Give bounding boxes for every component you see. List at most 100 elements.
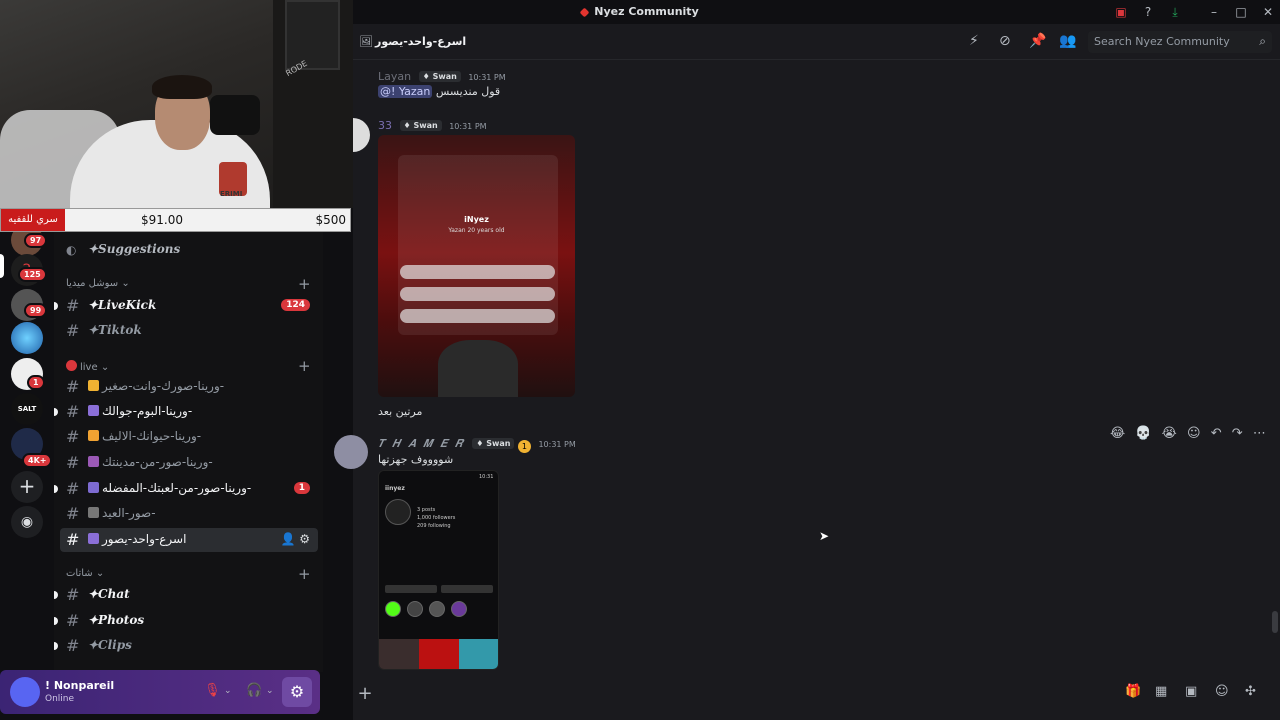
inbox-icon[interactable]: ▣ bbox=[1112, 3, 1130, 21]
message-body: قول منديسس bbox=[435, 85, 501, 98]
channel-suggestions[interactable]: ◐ ✦𝑺𝒖𝒈𝒈𝒆𝒔𝒕𝒊𝒐𝒏𝒔 bbox=[60, 238, 318, 262]
image-link-button bbox=[400, 287, 555, 301]
live-dot-icon bbox=[66, 360, 77, 371]
user-settings-gear-icon[interactable]: ⚙ bbox=[282, 677, 312, 707]
image-name-text: iNyez bbox=[464, 215, 489, 224]
channel-name: ورينا-صور-من-مدينتك- bbox=[88, 455, 213, 469]
server-icon[interactable]: SALT bbox=[11, 393, 43, 425]
gif-icon[interactable]: ▦ bbox=[1155, 684, 1167, 699]
timestamp: 10:31 PM bbox=[449, 122, 487, 131]
server-icon[interactable] bbox=[11, 322, 43, 354]
member-list-icon[interactable]: 👥 bbox=[1059, 33, 1076, 49]
server-badge: 99 bbox=[24, 303, 48, 318]
image-card bbox=[398, 155, 558, 335]
gift-icon[interactable]: 🎁 bbox=[1125, 684, 1141, 699]
channel-tiktok[interactable]: # ✦𝑻𝒊𝒌𝒕𝒐𝒌 bbox=[60, 319, 318, 343]
more-icon[interactable]: ⋯ bbox=[1253, 426, 1266, 441]
channel-item-active[interactable]: # اسرع-واحد-يصور 👤 ⚙ bbox=[60, 528, 318, 552]
invite-icon[interactable]: 👤 bbox=[280, 532, 295, 546]
sob-reaction-icon[interactable]: 😭 bbox=[1162, 426, 1177, 441]
minimize-button[interactable]: – bbox=[1205, 3, 1223, 21]
search-input[interactable]: Search Nyez Community ⌕ bbox=[1088, 31, 1272, 53]
profile-handle: iinyez bbox=[385, 485, 405, 492]
user-status: Online bbox=[45, 694, 75, 704]
forward-icon[interactable]: ↷ bbox=[1232, 426, 1243, 441]
category-name: شاتات bbox=[66, 568, 93, 579]
help-icon[interactable]: ? bbox=[1139, 3, 1157, 21]
hash-icon: # bbox=[66, 296, 80, 315]
hash-icon: # bbox=[66, 321, 80, 340]
channel-photos[interactable]: # ✦𝑷𝒉𝒐𝒕𝒐𝒔 bbox=[54, 609, 318, 633]
channel-item[interactable]: # ورينا-البوم-جوالك- bbox=[54, 400, 318, 424]
image-link-button bbox=[400, 309, 555, 323]
joy-reaction-icon[interactable]: 😂 bbox=[1110, 426, 1125, 441]
deafened-icon[interactable]: 🎧 bbox=[246, 683, 262, 698]
reply-icon[interactable]: ↶ bbox=[1211, 426, 1222, 441]
notification-bell-icon[interactable]: ⊘ bbox=[999, 33, 1011, 49]
webcam-hair bbox=[152, 75, 212, 99]
channel-item[interactable]: # ورينا-صور-من-لعبتك-المفضله- 1 bbox=[54, 477, 318, 501]
channel-livekick[interactable]: # ✦𝑳𝒊𝒗𝒆𝑲𝒊𝒄𝒌 124 bbox=[54, 294, 318, 318]
hash-icon: # bbox=[66, 611, 80, 630]
channel-chat[interactable]: # ✦𝑪𝒉𝒂𝒕 bbox=[54, 583, 318, 607]
emoji-icon[interactable]: ☺ bbox=[1215, 684, 1229, 699]
apps-icon[interactable]: ✣ bbox=[1245, 684, 1256, 699]
upload-plus-icon[interactable]: + bbox=[353, 682, 377, 706]
sticker-icon[interactable]: ▣ bbox=[1185, 684, 1197, 699]
pin-icon[interactable]: 📌 bbox=[1029, 33, 1046, 49]
channel-emoji-icon bbox=[88, 456, 99, 467]
role-tag: ♦ Swan bbox=[418, 71, 461, 82]
app-icon bbox=[579, 7, 590, 17]
add-server-icon[interactable]: + bbox=[11, 471, 43, 503]
hash-icon: # bbox=[66, 504, 80, 523]
channel-emoji-icon bbox=[88, 482, 99, 493]
stat-followers: 1,000 followers bbox=[417, 515, 456, 521]
message-composer[interactable]: + 🎁 ▦ ▣ ☺ ✣ bbox=[353, 676, 1280, 720]
webcam-overlay: RODE ERIMI bbox=[0, 0, 353, 208]
mention-badge: 1 bbox=[293, 482, 310, 494]
close-button[interactable]: ✕ bbox=[1259, 3, 1277, 21]
server-badge: 1 bbox=[27, 375, 45, 390]
discover-icon[interactable]: ◉ bbox=[11, 506, 43, 538]
hash-icon: # bbox=[66, 530, 80, 549]
post-grid bbox=[379, 639, 498, 669]
highlight-circle bbox=[385, 601, 401, 617]
chevron-down-icon[interactable]: ⌄ bbox=[266, 686, 274, 696]
skull-reaction-icon[interactable]: 💀 bbox=[1135, 426, 1151, 441]
mic-muted-icon[interactable]: 🎙 bbox=[204, 683, 221, 698]
author-name[interactable]: 33 bbox=[378, 119, 392, 132]
channel-item[interactable]: # ورينا-صور-من-مدينتك- bbox=[60, 451, 318, 475]
add-channel-icon[interactable]: + bbox=[298, 565, 311, 583]
message-author[interactable]: 33 ♦ Swan 10:31 PM bbox=[378, 119, 487, 132]
settings-gear-icon[interactable]: ⚙ bbox=[299, 532, 310, 546]
user-mention[interactable]: @! Yazan bbox=[378, 85, 433, 98]
username[interactable]: ! Nonpareil bbox=[45, 679, 114, 692]
channel-item[interactable]: # ورينا-صورك-وانت-صغير- bbox=[60, 375, 318, 399]
avatar[interactable] bbox=[10, 677, 40, 707]
search-icon: ⌕ bbox=[1259, 34, 1266, 48]
channel-item[interactable]: # صور-العيد- bbox=[60, 502, 318, 526]
download-icon[interactable]: ⤓ bbox=[1166, 3, 1184, 21]
add-channel-icon[interactable]: + bbox=[298, 275, 311, 293]
category-header[interactable]: live ⌄ + bbox=[66, 357, 311, 375]
add-channel-icon[interactable]: + bbox=[298, 357, 311, 375]
chevron-down-icon[interactable]: ⌄ bbox=[224, 686, 232, 696]
category-header[interactable]: سوشل ميديا ⌄ + bbox=[66, 275, 311, 293]
scrollbar-thumb[interactable] bbox=[1272, 611, 1278, 633]
hash-icon: # bbox=[66, 377, 80, 396]
channel-emoji-icon bbox=[88, 507, 99, 518]
avatar[interactable] bbox=[334, 435, 368, 469]
category-header[interactable]: شاتات ⌄ + bbox=[66, 565, 311, 583]
channel-clips[interactable]: # ✦𝑪𝒍𝒊𝒑𝒔 bbox=[54, 634, 318, 658]
image-attachment[interactable]: 10:31 iinyez 3 posts 1,000 followers 209… bbox=[378, 470, 499, 670]
image-attachment[interactable]: iNyez Yazan 20 years old bbox=[378, 135, 575, 397]
webcam-poster bbox=[285, 0, 340, 70]
message-author[interactable]: 𝑻 𝑯 𝑨 𝑴 𝑬 𝑹 ♦ Swan 1 10:31 PM bbox=[378, 437, 576, 453]
threads-icon[interactable]: ⚡ bbox=[969, 33, 979, 49]
author-name[interactable]: 𝑻 𝑯 𝑨 𝑴 𝑬 𝑹 bbox=[378, 437, 465, 450]
channel-item[interactable]: # ورينا-حيوانك-الاليف- bbox=[60, 425, 318, 449]
message-author[interactable]: Layan ♦ Swan 10:31 PM bbox=[378, 70, 506, 83]
author-name[interactable]: Layan bbox=[378, 70, 411, 83]
add-reaction-icon[interactable]: ☺ bbox=[1187, 426, 1201, 441]
maximize-button[interactable]: □ bbox=[1232, 3, 1250, 21]
